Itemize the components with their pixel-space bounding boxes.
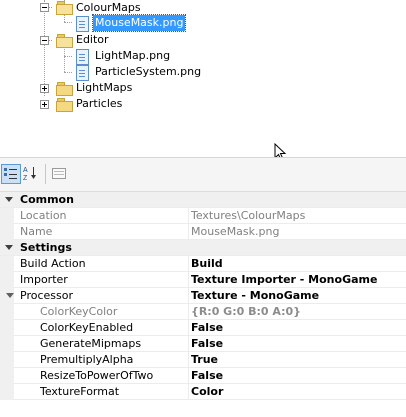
folder-icon (56, 82, 73, 96)
property-grid-toolbar: A Z (0, 158, 406, 192)
property-row-location[interactable]: Location Textures\ColourMaps (0, 208, 406, 224)
property-value: MouseMask.png (191, 225, 280, 238)
expand-toggle[interactable] (40, 100, 49, 109)
tree-item-lightmap[interactable]: LightMap.png (0, 48, 406, 65)
categorized-button[interactable] (1, 164, 21, 184)
expand-toggle[interactable] (40, 84, 49, 93)
image-file-icon (76, 49, 89, 65)
row-gutter (0, 320, 14, 336)
property-row-premultiplyalpha[interactable]: PremultiplyAlpha True (0, 352, 406, 368)
property-name: Importer (20, 273, 68, 286)
folder-open-icon (56, 1, 73, 15)
column-divider (188, 368, 189, 384)
property-row-build-action[interactable]: Build Action Build (0, 256, 406, 272)
property-name: Processor (20, 289, 73, 302)
folder-open-icon (56, 34, 73, 48)
property-value[interactable]: {R:0 G:0 B:0 A:0} (191, 304, 301, 320)
property-value[interactable]: False (191, 336, 223, 352)
row-gutter (0, 384, 14, 400)
column-divider (188, 336, 189, 352)
row-gutter (0, 336, 14, 352)
category-title: Settings (20, 241, 72, 254)
image-file-icon (76, 16, 89, 32)
property-value: Textures\ColourMaps (191, 209, 306, 222)
tree-item-label: LightMaps (76, 81, 133, 94)
tree-item-lightmaps[interactable]: LightMaps (0, 80, 406, 96)
tree-item-label: Particles (76, 97, 123, 110)
property-row-importer[interactable]: Importer Texture Importer - MonoGame (0, 272, 406, 288)
column-divider (188, 208, 189, 224)
tree-item-colourmaps[interactable]: ColourMaps (0, 0, 406, 16)
collapse-triangle-icon[interactable] (5, 197, 13, 202)
property-row-processor[interactable]: Processor Texture - MonoGame (0, 288, 406, 304)
property-grid: A Z Common Location Textures\ColourMaps … (0, 157, 406, 417)
svg-text:A: A (23, 167, 28, 174)
tree-item-label: ParticleSystem.png (95, 65, 202, 78)
category-common[interactable]: Common (0, 192, 406, 208)
property-pages-button[interactable] (50, 164, 70, 184)
category-title: Common (20, 193, 74, 206)
property-name: ResizeToPowerOfTwo (40, 369, 154, 382)
property-pages-icon (52, 168, 66, 179)
property-name: TextureFormat (40, 385, 120, 398)
property-row-name[interactable]: Name MouseMask.png (0, 224, 406, 240)
tree-item-mousemask[interactable]: MouseMask.png (0, 14, 406, 32)
property-value[interactable]: True (191, 352, 218, 368)
column-divider (188, 256, 189, 272)
category-settings[interactable]: Settings (0, 240, 406, 256)
property-value[interactable]: False (191, 320, 223, 336)
collapse-toggle[interactable] (40, 36, 49, 45)
row-gutter (0, 304, 14, 320)
categorized-icon (4, 168, 17, 179)
row-gutter (0, 368, 14, 384)
alphabetical-button[interactable]: A Z (22, 164, 42, 184)
property-value[interactable]: False (191, 368, 223, 384)
property-value[interactable]: Build (191, 256, 223, 272)
collapse-triangle-icon[interactable] (5, 245, 13, 250)
row-gutter (0, 352, 14, 368)
collapse-toggle[interactable] (40, 3, 49, 12)
folder-icon (56, 98, 73, 112)
row-gutter (0, 272, 14, 288)
column-divider (188, 352, 189, 368)
column-divider (188, 272, 189, 288)
image-file-icon (76, 65, 89, 81)
tree-item-particlesystem[interactable]: ParticleSystem.png (0, 64, 406, 81)
svg-text:Z: Z (23, 175, 28, 182)
property-name: PremultiplyAlpha (40, 353, 134, 366)
tree-item-editor[interactable]: Editor (0, 32, 406, 48)
property-value[interactable]: Color (191, 384, 223, 400)
property-name: Build Action (20, 257, 86, 270)
column-divider (188, 288, 189, 304)
property-row-textureformat[interactable]: TextureFormat Color (0, 384, 406, 400)
property-value[interactable]: Texture - MonoGame (191, 288, 319, 304)
alphabetical-icon: A Z (23, 167, 36, 182)
expand-triangle-icon[interactable] (6, 293, 14, 298)
property-name: Location (20, 209, 67, 222)
property-name: Name (20, 225, 53, 238)
property-row-colorkeycolor[interactable]: ColorKeyColor {R:0 G:0 B:0 A:0} (0, 304, 406, 320)
property-row-generatemipmaps[interactable]: GenerateMipmaps False (0, 336, 406, 352)
column-divider (188, 304, 189, 320)
tree-item-label: ColourMaps (76, 1, 141, 14)
property-value[interactable]: Texture Importer - MonoGame (191, 272, 377, 288)
property-name: ColorKeyColor (40, 305, 118, 318)
property-name: GenerateMipmaps (40, 337, 142, 350)
row-gutter (0, 256, 14, 272)
property-row-colorkeyenabled[interactable]: ColorKeyEnabled False (0, 320, 406, 336)
property-row-resizetopoweroftwo[interactable]: ResizeToPowerOfTwo False (0, 368, 406, 384)
row-gutter (0, 208, 14, 224)
property-name: ColorKeyEnabled (40, 321, 134, 334)
column-divider (188, 384, 189, 400)
toolbar-separator (45, 164, 46, 184)
tree-item-label: MouseMask.png (91, 14, 187, 32)
tree-item-particles[interactable]: Particles (0, 96, 406, 112)
column-divider (188, 224, 189, 240)
project-tree: ColourMaps MouseMask.png Editor LightMap… (0, 0, 406, 161)
tree-item-label: Editor (76, 33, 109, 46)
column-divider (188, 320, 189, 336)
tree-item-label: LightMap.png (95, 49, 171, 62)
row-gutter (0, 224, 14, 240)
